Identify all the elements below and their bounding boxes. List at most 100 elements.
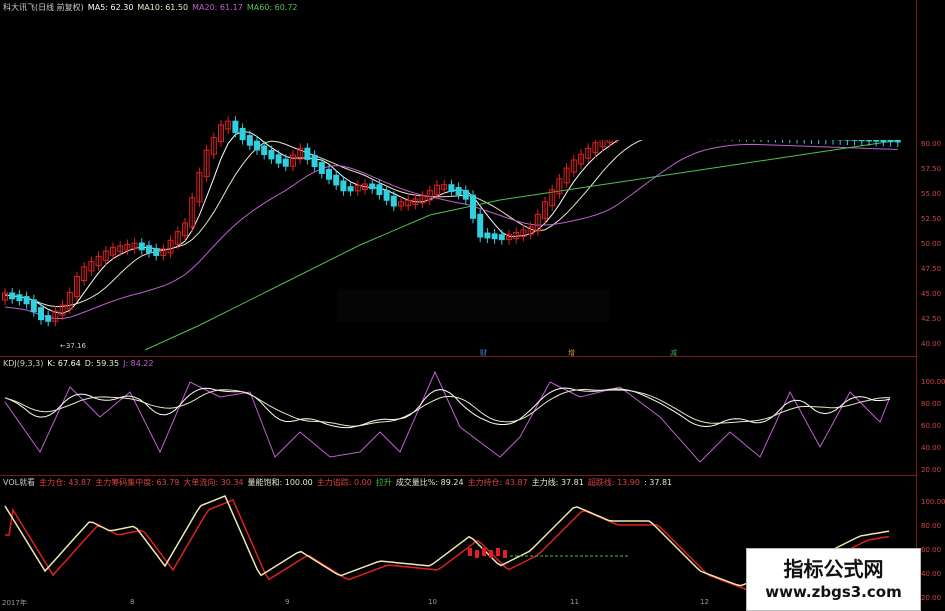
price-axis: 60.00 57.50 55.00 52.50 50.00 47.50 45.00 42.50…	[916, 0, 945, 609]
legend-item: 主力线: 37.81	[531, 478, 584, 487]
candle-body	[268, 150, 275, 160]
axis-tick-label: 60.00	[921, 546, 942, 554]
price-chart-pane[interactable]: 科大讯飞(日线 前复权) MA5: 62.30 MA10: 61.50 MA20: 6…	[0, 0, 945, 357]
legend-item: KDJ(9,3,3)	[3, 359, 44, 368]
candle-body	[376, 184, 383, 196]
candle-body	[282, 158, 289, 167]
date-axis-label: 8	[130, 598, 135, 606]
candle-body	[232, 120, 239, 133]
candle-body	[146, 245, 152, 254]
vol-bar	[482, 548, 486, 556]
candle-body	[390, 195, 397, 207]
candle-body	[261, 145, 268, 156]
axis-tick-label: 20.00	[921, 594, 942, 602]
axis-tick-label: 50.00	[921, 240, 942, 248]
candle-body	[30, 299, 37, 313]
low-price-label: ←37.16	[60, 342, 86, 350]
axis-tick-label: 20.00	[921, 466, 942, 474]
candle-body	[462, 189, 469, 200]
axis-tick-label: 80.00	[921, 522, 942, 530]
vol-legend: VOL就看 主力仓: 43.87 主力筹码集中度: 63.79 大单流向: 30.34…	[3, 478, 676, 488]
candle-body	[311, 154, 318, 168]
legend-item: 科大讯飞(日线 前复权)	[3, 3, 84, 12]
legend-item: 拉升	[375, 478, 392, 487]
legend-item: K: 67.64	[47, 359, 81, 368]
price-legend: 科大讯飞(日线 前复权) MA5: 62.30 MA10: 61.50 MA20: 6…	[3, 3, 302, 13]
candle-body	[246, 135, 253, 146]
candle-body	[304, 147, 311, 160]
axis-tick-label: 45.00	[921, 290, 942, 298]
candle-body	[38, 307, 44, 321]
axis-tick-label: 55.00	[921, 190, 942, 198]
kdj-indicator-pane[interactable]: KDJ(9,3,3) K: 67.64 D: 59.35 J: 84.22	[0, 357, 916, 476]
legend-item: 超跌线: 13.90	[587, 478, 640, 487]
candle-body	[347, 186, 354, 192]
vol-bar	[496, 548, 500, 556]
vol-bar	[489, 550, 493, 558]
candle-body	[455, 187, 462, 195]
kdj-j-line	[4, 370, 891, 463]
candle-body	[340, 180, 347, 192]
candle-body	[254, 140, 260, 151]
vol-bar	[475, 550, 479, 558]
candle-body	[477, 213, 484, 238]
redaction-block-top	[535, 0, 945, 140]
candle-body	[484, 232, 491, 239]
date-axis-label: 2017年	[2, 599, 27, 607]
candle-body	[448, 184, 455, 193]
candle-body	[23, 296, 30, 305]
vol-bar	[503, 550, 507, 558]
axis-tick-label: 52.50	[921, 215, 942, 223]
candle-body	[138, 242, 145, 251]
axis-tick-label: 57.50	[921, 165, 942, 173]
axis-tick-label: 47.50	[921, 265, 942, 273]
legend-item: MA10: 61.50	[137, 3, 189, 12]
legend-item: J: 84.22	[123, 359, 154, 368]
legend-item: : 37.81	[643, 478, 673, 487]
ma5-line	[4, 130, 898, 314]
candle-body	[9, 292, 16, 300]
date-axis-label: 11	[570, 598, 579, 606]
kdj-chart-svg	[4, 370, 891, 463]
legend-item: D: 59.35	[84, 359, 120, 368]
date-axis-label: 9	[285, 598, 290, 606]
ma10-line	[4, 130, 898, 307]
axis-tick-label: 60.00	[921, 140, 942, 148]
candle-body	[491, 233, 498, 240]
axis-tick-label: 100.00	[921, 498, 945, 506]
axis-tick-label: 40.00	[921, 570, 942, 578]
legend-item: 主力筹码集中度: 63.79	[95, 478, 180, 487]
legend-item: 大单流向: 30.34	[183, 478, 244, 487]
axis-tick-label: 42.50	[921, 315, 942, 323]
watermark-url: www.zbgs3.com	[765, 583, 902, 601]
legend-item: 量能饱和: 100.00	[247, 478, 313, 487]
candle-body	[239, 127, 246, 141]
vol-bar	[468, 548, 472, 556]
candle-body	[275, 154, 282, 164]
low-price-value: 37.16	[65, 342, 86, 350]
watermark-title: 指标公式网	[783, 557, 884, 581]
legend-item: VOL就看	[3, 478, 36, 487]
axis-tick-label: 40.00	[921, 444, 942, 452]
candle-body	[470, 194, 476, 219]
candle-body	[326, 168, 332, 180]
axis-tick-label: 80.00	[921, 400, 942, 408]
legend-item: MA60: 60.72	[246, 3, 298, 12]
candle-body	[333, 174, 340, 186]
legend-item: 主力追踪: 0.00	[316, 478, 372, 487]
axis-tick-label: 40.00	[921, 340, 942, 348]
candle-body	[318, 162, 325, 174]
watermark: 指标公式网 www.zbgs3.com	[746, 548, 921, 611]
kdj-legend: KDJ(9,3,3) K: 67.64 D: 59.35 J: 84.22	[3, 359, 158, 369]
legend-item: 成交量比%: 89.24	[395, 478, 464, 487]
legend-item: 主力仓: 43.87	[39, 478, 92, 487]
candle-body	[45, 315, 52, 322]
candle-body	[16, 294, 23, 302]
axis-tick-label: 60.00	[921, 422, 942, 430]
candle-body	[153, 248, 160, 256]
candle-body	[383, 190, 390, 201]
candle-body	[369, 183, 376, 190]
legend-item: MA5: 62.30	[87, 3, 134, 12]
date-axis-label: 10	[428, 598, 437, 606]
axis-tick-label: 100.00	[921, 378, 945, 386]
